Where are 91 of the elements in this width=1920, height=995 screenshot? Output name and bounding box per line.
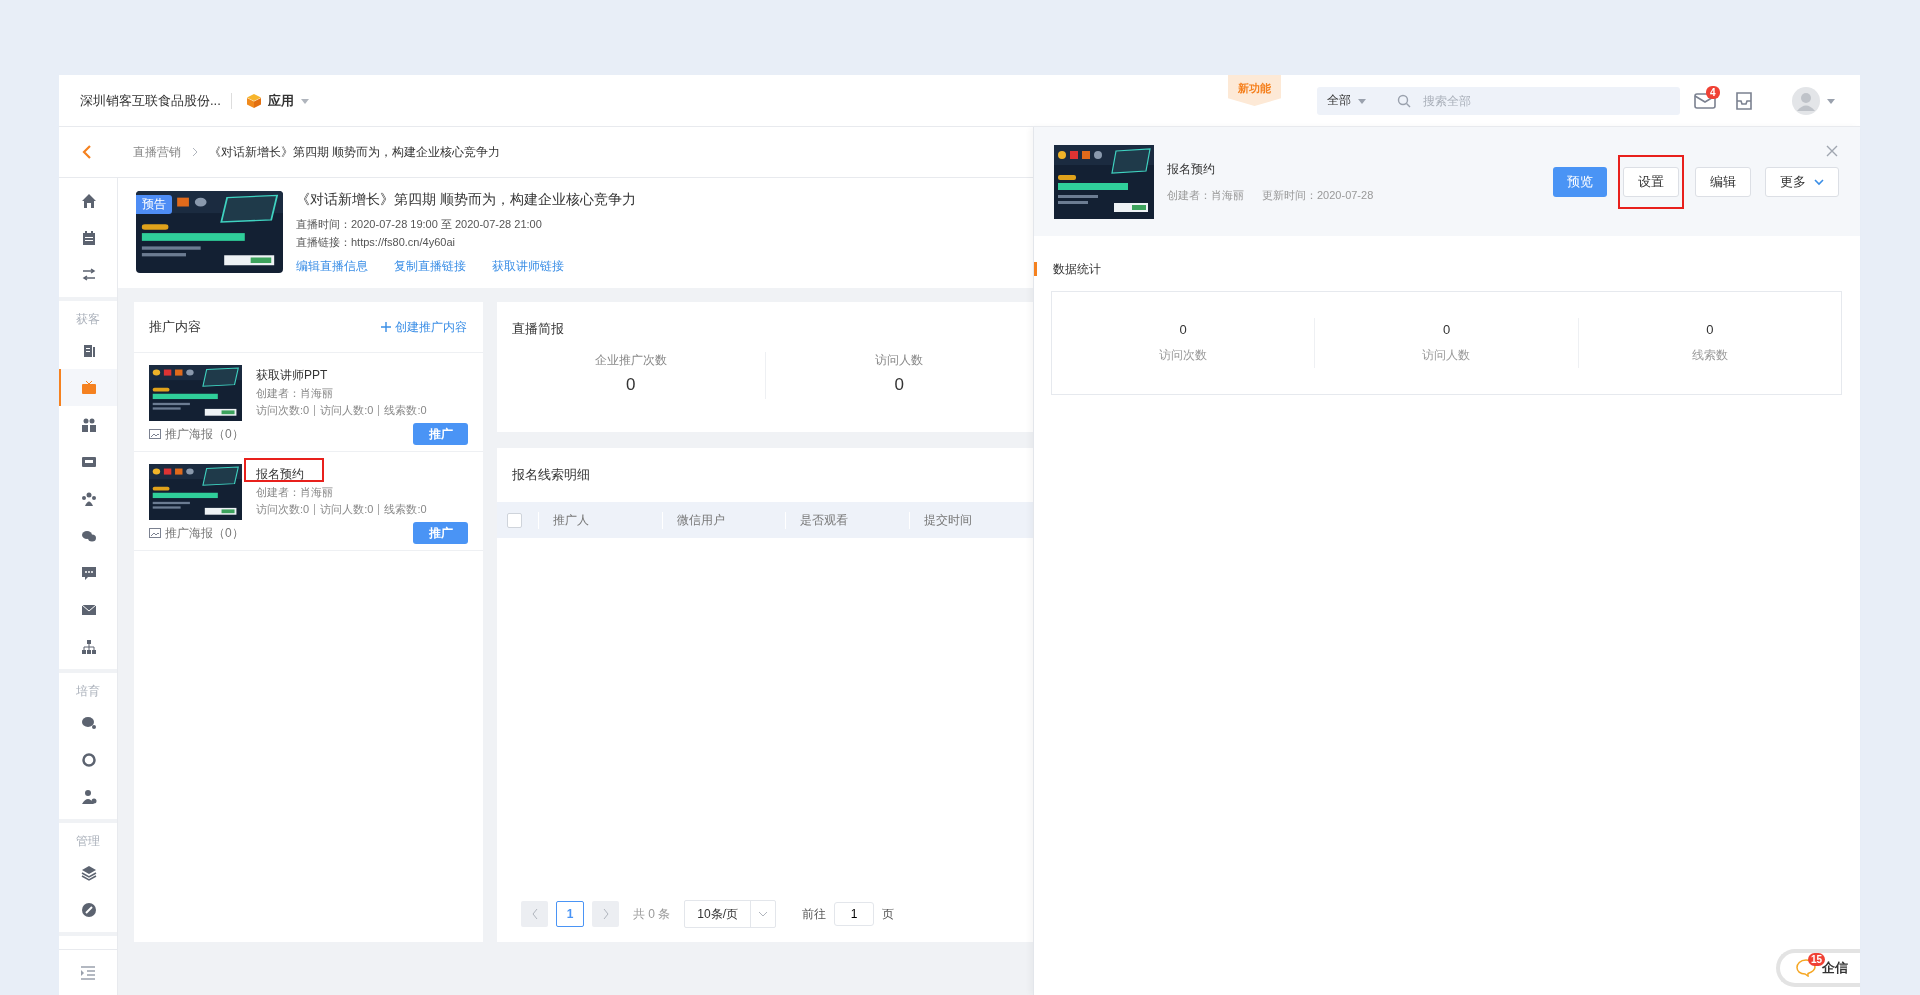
breadcrumb-item[interactable]: 直播营销	[133, 143, 181, 161]
stat-text: 线索数:0	[384, 502, 427, 517]
stat-label: 访问次数	[1158, 347, 1209, 364]
poster-link[interactable]: 推广海报（0）	[149, 524, 244, 542]
update-time: 更新时间：2020-07-28	[1262, 187, 1374, 203]
stat-value: 0	[1441, 322, 1452, 337]
promo-item[interactable]: 报名预约 创建者：肖海丽 访问次数:0 访问人数:0 线索数:0 推广海报（0） 推广	[134, 452, 483, 551]
search-field[interactable]: 全部 搜索全部	[1317, 86, 1680, 115]
cube-icon	[245, 92, 262, 109]
back-icon	[81, 145, 93, 159]
home-icon	[81, 192, 97, 209]
poster-link[interactable]: 推广海报（0）	[149, 425, 244, 443]
chevron-icon	[191, 147, 199, 157]
user-icon	[81, 788, 97, 805]
indent-icon	[80, 965, 96, 980]
breadcrumb-item: 《对话新增长》第四期 顺势而为，构建企业核心竞争力	[209, 143, 501, 161]
action-link[interactable]: 复制直播链接	[394, 258, 466, 275]
page-suffix: 页	[882, 905, 895, 923]
notification-badge: 15	[1808, 953, 1826, 966]
layers-icon	[81, 864, 97, 881]
stat-text: 访问人数:0	[320, 502, 374, 517]
action-link[interactable]: 编辑直播信息	[296, 258, 368, 275]
item-title: 获取讲师PPT	[256, 367, 329, 384]
inbox-icon	[1734, 90, 1754, 111]
stat-label: 线索数	[1690, 347, 1729, 364]
panel-title: 报名线索明细	[511, 466, 591, 484]
metric-value: 0	[625, 375, 637, 395]
metric-label: 访问人数	[874, 352, 925, 369]
tv-icon	[81, 379, 97, 396]
notification-badge: 4	[1706, 85, 1720, 99]
image-icon	[149, 528, 161, 538]
avatar-icon	[1792, 86, 1820, 115]
metric-label: 企业推广次数	[593, 352, 668, 369]
speech-bubble-icon	[81, 714, 97, 731]
metric-value: 0	[893, 375, 905, 395]
calendar-icon	[81, 229, 97, 246]
page-input[interactable]: 1	[834, 902, 875, 926]
total-count: 共 0 条	[633, 905, 671, 923]
action-button[interactable]: 编辑	[1695, 166, 1751, 197]
section-title: 数据统计	[1053, 260, 1101, 278]
chevron-right-icon	[601, 908, 610, 920]
column-header: 推广人	[537, 511, 662, 529]
document-icon	[81, 342, 97, 359]
column-header: 提交时间	[909, 511, 1033, 529]
link-icon	[81, 901, 97, 918]
section-label: 获客	[75, 311, 101, 328]
ring-icon	[81, 751, 97, 768]
checkbox[interactable]	[507, 512, 522, 528]
scope-dropdown[interactable]: 全部	[1327, 92, 1351, 109]
action-link[interactable]: 获取讲师链接	[492, 258, 564, 275]
page-size-select[interactable]: 10条/页	[684, 900, 777, 928]
search-icon	[1397, 93, 1411, 108]
column-header: 是否观看	[785, 511, 910, 529]
create-link[interactable]: 创建推广内容	[381, 318, 467, 336]
panel-title: 直播简报	[511, 320, 565, 338]
creator-text: 创建者：肖海丽	[256, 386, 334, 401]
creator-text: 创建者：肖海丽	[1167, 187, 1244, 203]
hierarchy-icon	[81, 638, 97, 655]
status-badge: 预告	[136, 195, 172, 214]
action-button[interactable]: 设置	[1623, 166, 1679, 197]
chevron-down-icon	[1814, 177, 1824, 186]
section-label: 培育	[75, 683, 101, 700]
stat-label: 访问人数	[1421, 347, 1472, 364]
stat-value: 0	[1705, 322, 1715, 337]
item-title: 报名预约	[1167, 160, 1216, 178]
swap-icon	[81, 266, 97, 283]
chevron-down-icon	[758, 910, 769, 918]
item-title: 报名预约	[256, 466, 305, 483]
chevron-left-icon	[530, 908, 539, 920]
column-header: 微信用户	[661, 511, 786, 529]
creator-text: 创建者：肖海丽	[256, 485, 334, 500]
goto-label: 前往	[802, 905, 827, 923]
promo-item[interactable]: 获取讲师PPT 创建者：肖海丽 访问次数:0 访问人数:0 线索数:0 推广海报（0） 推广	[134, 353, 483, 452]
more-button[interactable]: 更多	[1765, 166, 1839, 197]
stat-text: 线索数:0	[384, 403, 427, 418]
message-icon	[81, 564, 97, 581]
image-icon	[149, 429, 161, 439]
app-menu[interactable]: 应用	[241, 91, 314, 110]
stat-value: 0	[1178, 322, 1188, 337]
close-icon	[1826, 145, 1838, 157]
stat-text: 访问人数:0	[320, 403, 374, 418]
stat-text: 访问次数:0	[256, 403, 310, 418]
panel-title: 推广内容	[149, 318, 201, 336]
live-time: 直播时间：2020-07-28 19:00 至 2020-07-28 21:00	[296, 217, 543, 232]
people-icon	[81, 416, 97, 433]
stat-text: 访问次数:0	[256, 502, 310, 517]
section-label: 管理	[75, 833, 101, 850]
team-icon	[81, 490, 97, 507]
live-title: 《对话新增长》第四期 顺势而为，构建企业核心竞争力	[296, 191, 636, 209]
plus-icon	[381, 322, 391, 332]
company-name[interactable]: 深圳销客互联食品股份...	[80, 91, 221, 110]
